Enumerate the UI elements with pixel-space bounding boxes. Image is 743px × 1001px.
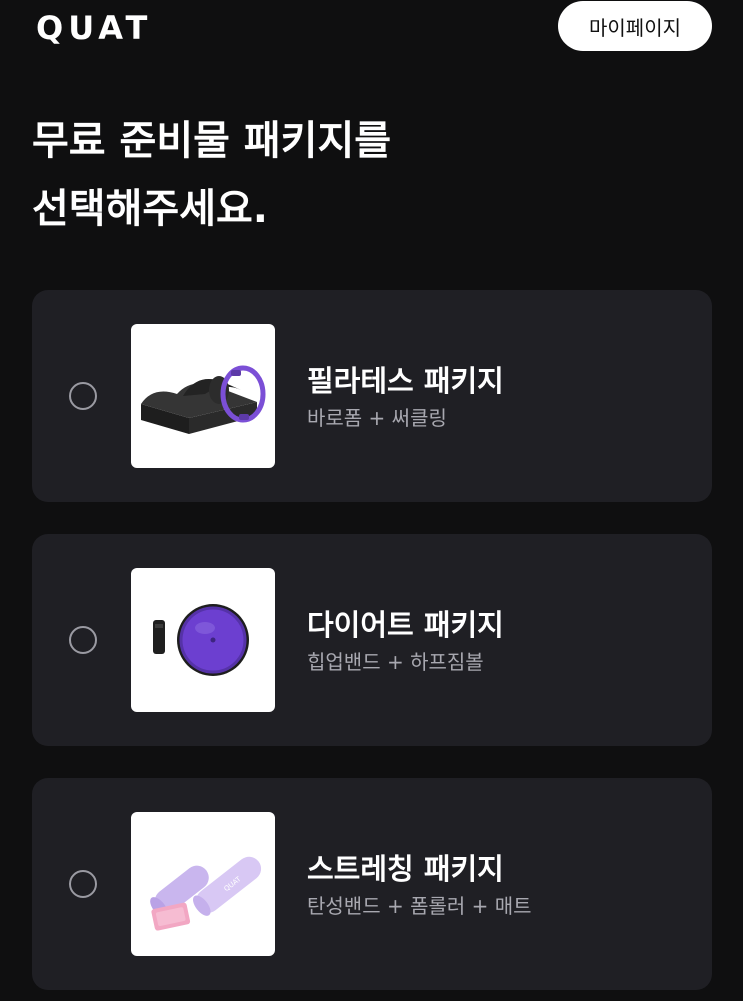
page-title-line-2: 선택해주세요.: [32, 186, 268, 232]
package-items: 바로폼 + 써클링: [307, 406, 447, 430]
page-title: 무료 준비물 패키지를 선택해주세요.: [32, 107, 712, 243]
pilates-equipment-image: [131, 324, 275, 468]
package-name: 필라테스 패키지: [307, 364, 504, 398]
stretching-equipment-illustration: QUAT: [150, 856, 262, 931]
quat-logo[interactable]: QUAT: [36, 9, 152, 47]
package-card-stretching[interactable]: QUAT 스트레칭 패키지 탄성밴드 + 폼롤러 + 매트: [32, 778, 712, 990]
package-selection-page: QUAT 마이페이지 무료 준비물 패키지를 선택해주세요. 필라테스 패키지 …: [0, 0, 743, 1001]
package-card-diet[interactable]: 다이어트 패키지 힙업밴드 + 하프짐볼: [32, 534, 712, 746]
diet-equipment-illustration: [153, 604, 249, 676]
package-radio-diet[interactable]: [69, 626, 97, 654]
package-radio-pilates[interactable]: [69, 382, 97, 410]
package-card-pilates[interactable]: 필라테스 패키지 바로폼 + 써클링: [32, 290, 712, 502]
stretching-equipment-image: QUAT: [131, 812, 275, 956]
package-name: 다이어트 패키지: [307, 608, 504, 642]
diet-equipment-image: [131, 568, 275, 712]
package-items: 힙업밴드 + 하프짐볼: [307, 650, 484, 674]
package-items: 탄성밴드 + 폼롤러 + 매트: [307, 894, 532, 918]
top-bar: QUAT 마이페이지: [0, 0, 743, 60]
package-name: 스트레칭 패키지: [307, 852, 504, 886]
package-radio-stretching[interactable]: [69, 870, 97, 898]
mypage-button[interactable]: 마이페이지: [558, 1, 712, 51]
page-title-line-1: 무료 준비물 패키지를: [32, 118, 392, 164]
pilates-equipment-illustration: [141, 365, 266, 434]
